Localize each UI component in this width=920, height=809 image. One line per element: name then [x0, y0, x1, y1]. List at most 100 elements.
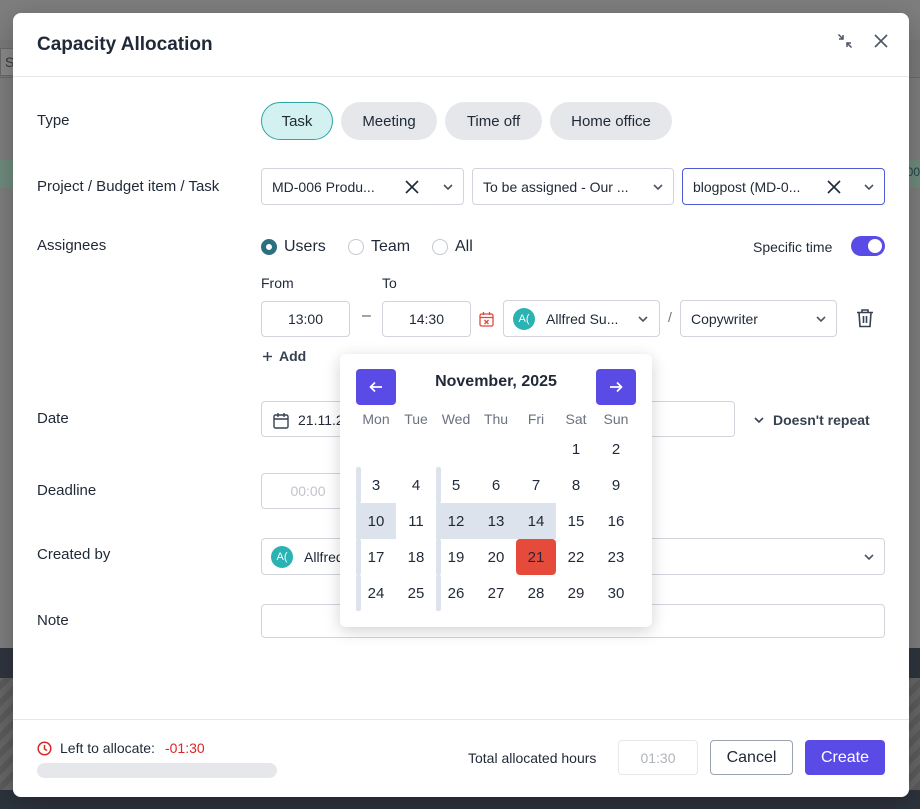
calendar-clear-icon[interactable]	[479, 311, 494, 327]
calendar-day[interactable]: 2	[596, 431, 636, 467]
calendar-day[interactable]: 9	[596, 467, 636, 503]
calendar-day[interactable]: 16	[596, 503, 636, 539]
calendar-day[interactable]: 15	[556, 503, 596, 539]
chevron-down-icon	[816, 316, 826, 323]
clear-icon[interactable]	[403, 178, 421, 196]
role-select[interactable]: Copywriter	[680, 300, 837, 337]
budget-item-select[interactable]: To be assigned - Our ...	[472, 168, 674, 205]
cancel-button[interactable]: Cancel	[710, 740, 793, 775]
calendar-day[interactable]: 1	[556, 431, 596, 467]
total-allocated-label: Total allocated hours	[468, 750, 597, 766]
calendar-day[interactable]: 18	[396, 539, 436, 575]
radio-dot-selected	[261, 239, 277, 255]
type-option-task[interactable]: Task	[261, 102, 333, 140]
chevron-down-icon	[638, 316, 648, 323]
date-label: Date	[37, 410, 69, 427]
add-assignee-label: Add	[279, 348, 307, 364]
calendar-day[interactable]: 11	[396, 503, 436, 539]
type-label: Type	[37, 112, 70, 129]
weekday-header: Thu	[483, 411, 509, 427]
calendar-day[interactable]: 5	[436, 467, 476, 503]
calendar-day[interactable]: 28	[516, 575, 556, 611]
type-option-home-office[interactable]: Home office	[550, 102, 672, 140]
chevron-down-icon	[653, 184, 663, 191]
calendar-icon	[273, 413, 289, 429]
task-select[interactable]: blogpost (MD-0...	[682, 168, 885, 205]
calendar-day[interactable]: 29	[556, 575, 596, 611]
assignee-user-value: Allfred Su...	[546, 311, 619, 327]
total-allocated-input: 01:30	[618, 740, 698, 775]
close-icon[interactable]	[869, 29, 893, 53]
clear-icon[interactable]	[825, 178, 843, 196]
budget-item-value: To be assigned - Our ...	[483, 179, 629, 195]
plus-icon	[263, 351, 272, 361]
created-by-value: Allfred	[304, 549, 344, 565]
separator-slash: /	[668, 309, 672, 325]
type-option-time-off[interactable]: Time off	[445, 102, 542, 140]
trash-icon[interactable]	[855, 308, 875, 329]
weekday-header: Wed	[441, 411, 471, 427]
project-select-value: MD-006 Produ...	[272, 179, 375, 195]
calendar-day[interactable]: 10	[356, 503, 396, 539]
calendar-day[interactable]: 30	[596, 575, 636, 611]
date-picker-popup: November, 2025 Mon Tue Wed Thu Fri Sat Sun 1 2 3 4…	[340, 354, 652, 627]
calendar-day[interactable]: 4	[396, 467, 436, 503]
calendar-day[interactable]: 23	[596, 539, 636, 575]
project-label: Project / Budget item / Task	[37, 178, 220, 195]
left-to-allocate-value: -01:30	[164, 740, 205, 756]
role-value: Copywriter	[691, 311, 758, 327]
to-label: To	[382, 275, 397, 291]
specific-time-toggle[interactable]	[851, 236, 885, 256]
assignee-user-select[interactable]: A( Allfred Su...	[503, 300, 660, 337]
radio-users[interactable]: Users	[261, 238, 326, 256]
left-to-allocate: Left to allocate: -01:30	[37, 740, 205, 756]
calendar-day[interactable]: 14	[516, 503, 556, 539]
radio-dot	[348, 239, 364, 255]
chevron-down-icon	[443, 184, 453, 191]
calendar-day[interactable]: 6	[476, 467, 516, 503]
modal-title: Capacity Allocation	[37, 34, 213, 55]
radio-team[interactable]: Team	[348, 238, 410, 256]
modal-footer: Left to allocate: -01:30 Total allocated…	[13, 719, 909, 797]
add-assignee-button[interactable]: Add	[262, 348, 306, 364]
calendar-day[interactable]: 7	[516, 467, 556, 503]
calendar-day[interactable]: 24	[356, 575, 396, 611]
radio-all[interactable]: All	[432, 238, 473, 256]
chevron-down-icon	[754, 417, 764, 424]
from-label: From	[261, 275, 294, 291]
left-to-allocate-label: Left to allocate:	[60, 740, 155, 756]
type-option-meeting[interactable]: Meeting	[341, 102, 437, 140]
calendar-day[interactable]: 13	[476, 503, 516, 539]
avatar: A(	[513, 308, 535, 330]
repeat-dropdown[interactable]: Doesn't repeat	[753, 412, 870, 428]
allocation-progress-bar	[37, 763, 277, 778]
created-by-label: Created by	[37, 546, 111, 563]
calendar-day[interactable]: 27	[476, 575, 516, 611]
next-month-button[interactable]	[596, 369, 636, 405]
collapse-icon[interactable]	[833, 29, 857, 53]
calendar-day[interactable]: 17	[356, 539, 396, 575]
task-select-value: blogpost (MD-0...	[693, 179, 801, 195]
arrow-right-icon	[610, 381, 623, 393]
radio-team-label: Team	[371, 238, 411, 255]
weekday-header: Fri	[527, 411, 545, 427]
date-value: 21.11.2	[298, 412, 344, 428]
project-select[interactable]: MD-006 Produ...	[261, 168, 464, 205]
calendar-day[interactable]: 19	[436, 539, 476, 575]
repeat-label: Doesn't repeat	[773, 412, 870, 428]
calendar-day[interactable]: 26	[436, 575, 476, 611]
calendar-day[interactable]: 8	[556, 467, 596, 503]
calendar-day-selected[interactable]: 21	[516, 539, 556, 575]
capacity-allocation-modal: Capacity Allocation Type Task Meeting Ti…	[13, 13, 909, 797]
calendar-day[interactable]: 3	[356, 467, 396, 503]
to-time-input[interactable]: 14:30	[382, 301, 471, 337]
calendar-day[interactable]: 12	[436, 503, 476, 539]
calendar-day[interactable]: 20	[476, 539, 516, 575]
toggle-knob	[868, 239, 882, 253]
weekday-header: Tue	[404, 411, 428, 427]
from-time-input[interactable]: 13:00	[261, 301, 350, 337]
create-button[interactable]: Create	[805, 740, 885, 775]
chevron-down-icon	[864, 554, 874, 561]
calendar-day[interactable]: 22	[556, 539, 596, 575]
calendar-day[interactable]: 25	[396, 575, 436, 611]
